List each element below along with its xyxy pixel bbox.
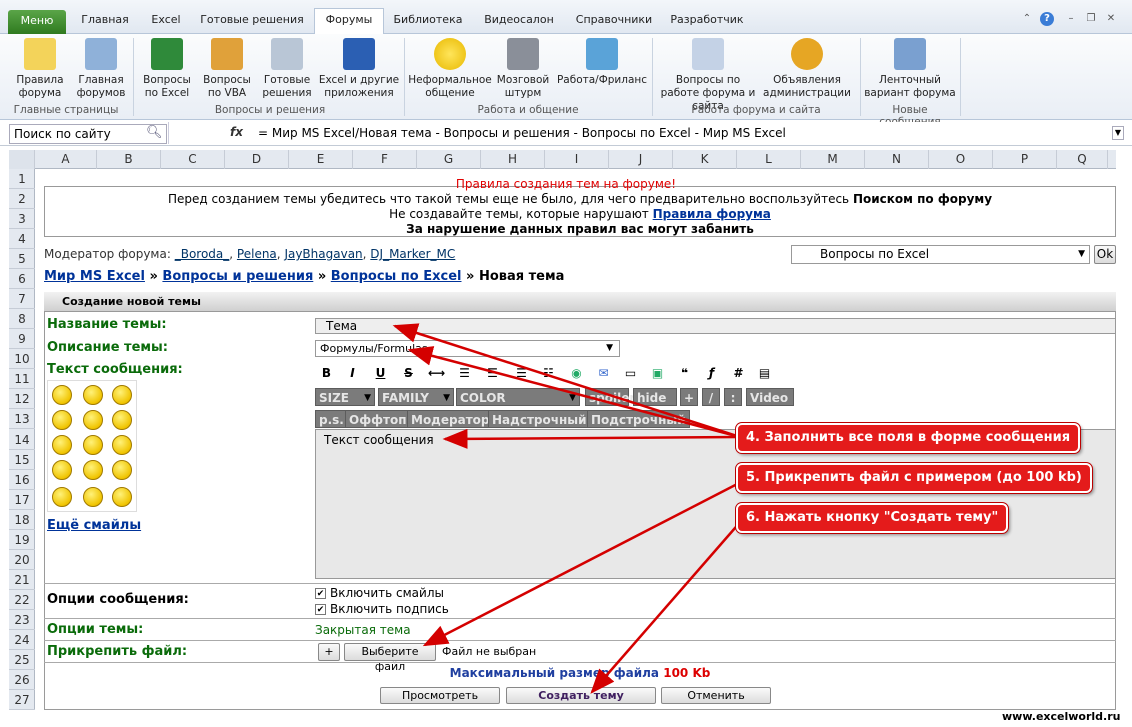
callout-fill-fields: 4. Заполнить все поля в форме сообщения [736, 423, 1081, 453]
callout-attach-file: 5. Прикрепить файл с примером (до 100 kb… [736, 463, 1092, 493]
watermark: www.excelworld.ru [1002, 710, 1121, 723]
arrow-to-desc [407, 346, 741, 439]
arrow-to-attach [422, 478, 746, 647]
arrow-to-text [442, 428, 741, 449]
arrow-to-title [392, 323, 741, 439]
callout-create-topic: 6. Нажать кнопку "Создать тему" [736, 503, 1009, 533]
annotation-arrows [392, 323, 746, 694]
arrow-to-create [590, 519, 743, 694]
